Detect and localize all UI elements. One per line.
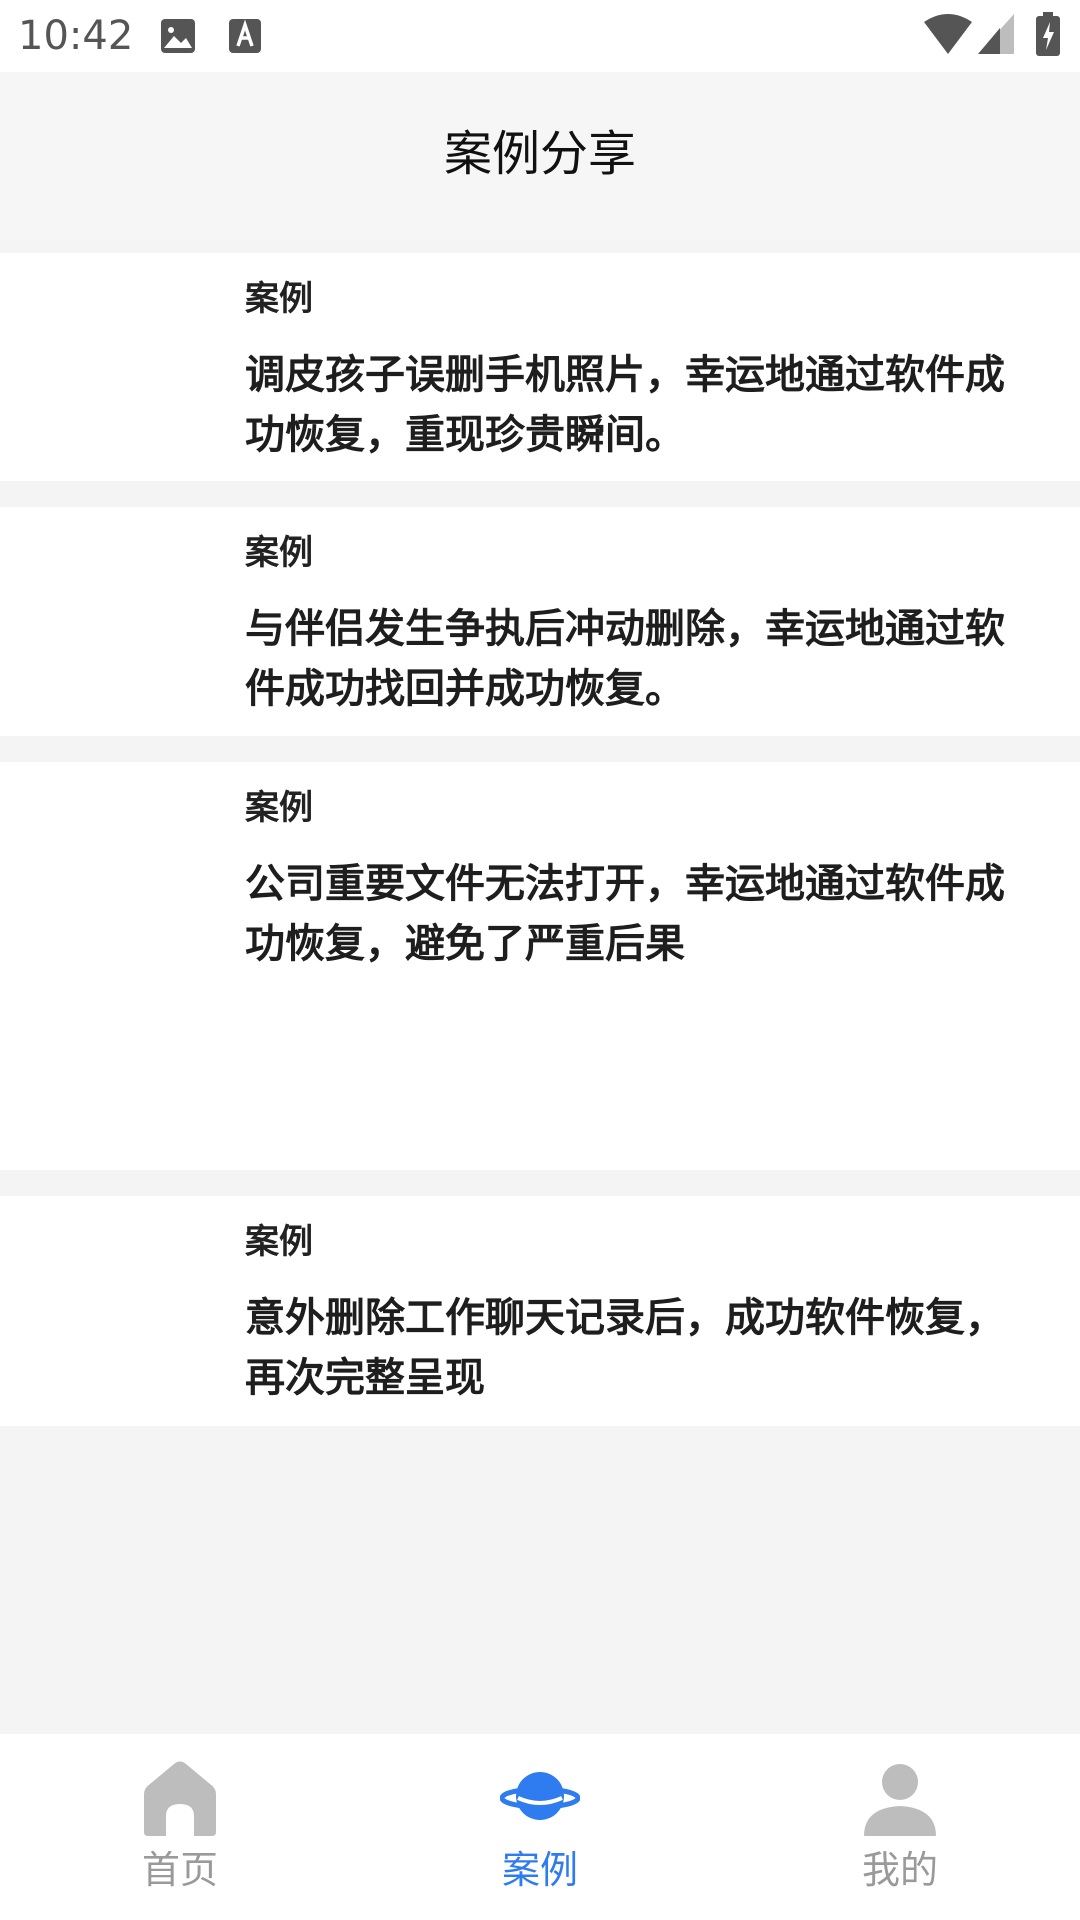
bottom-nav: 首页 案例 我的 <box>0 1734 1080 1920</box>
case-label: 案例 <box>245 533 313 573</box>
nav-label-profile: 我的 <box>861 1848 938 1892</box>
case-label: 案例 <box>245 1222 313 1262</box>
status-bar: 10:42 <box>0 0 1080 72</box>
battery-charging-icon <box>1036 12 1060 56</box>
wifi-icon <box>924 14 972 54</box>
profile-icon <box>864 1764 936 1836</box>
planet-icon <box>500 1772 580 1820</box>
case-text: 公司重要文件无法打开，幸运地通过软件成功恢复，避免了严重后果 <box>245 861 1005 967</box>
case-text: 意外删除工作聊天记录后，成功软件恢复，再次完整呈现 <box>245 1295 1005 1401</box>
page-header: 案例分享 <box>0 72 1080 240</box>
signal-icon <box>978 14 1014 54</box>
page-title: 案例分享 <box>443 126 636 182</box>
font-icon <box>229 19 261 53</box>
case-label: 案例 <box>245 788 313 828</box>
nav-item-cases[interactable]: 案例 <box>360 1734 720 1920</box>
nav-item-home[interactable]: 首页 <box>0 1734 360 1920</box>
nav-label-home: 首页 <box>141 1848 218 1892</box>
image-icon <box>161 19 195 53</box>
nav-item-profile[interactable]: 我的 <box>720 1734 1080 1920</box>
nav-label-cases: 案例 <box>501 1848 578 1892</box>
case-card[interactable]: 案例 公司重要文件无法打开，幸运地通过软件成功恢复，避免了严重后果 <box>0 762 1080 1170</box>
case-card[interactable]: 案例 意外删除工作聊天记录后，成功软件恢复，再次完整呈现 <box>0 1196 1080 1426</box>
case-card[interactable]: 案例 调皮孩子误删手机照片，幸运地通过软件成功恢复，重现珍贵瞬间。 <box>0 253 1080 481</box>
case-card[interactable]: 案例 与伴侣发生争执后冲动删除，幸运地通过软件成功找回并成功恢复。 <box>0 507 1080 736</box>
home-icon <box>144 1761 216 1836</box>
case-text: 与伴侣发生争执后冲动删除，幸运地通过软件成功找回并成功恢复。 <box>245 606 1005 712</box>
case-text: 调皮孩子误删手机照片，幸运地通过软件成功恢复，重现珍贵瞬间。 <box>245 352 1005 458</box>
case-label: 案例 <box>245 279 313 319</box>
status-time: 10:42 <box>18 13 134 59</box>
